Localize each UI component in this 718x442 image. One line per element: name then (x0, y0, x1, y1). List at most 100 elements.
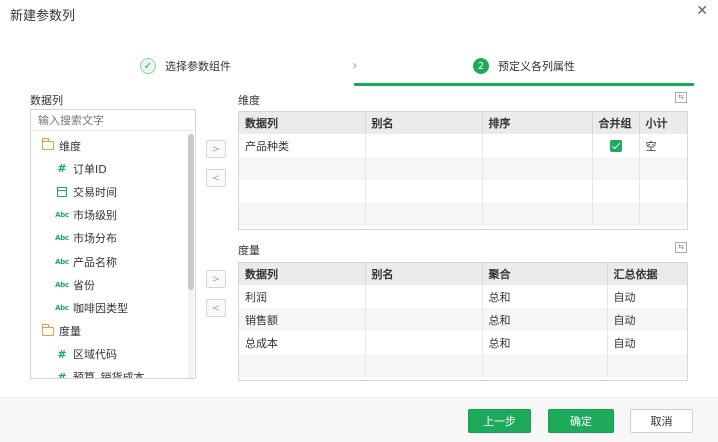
wizard-step-label: 预定义各列属性 (498, 60, 575, 73)
tree-item-label: 区域代码 (73, 348, 117, 362)
dialog-title-bar: 新建参数列 ✕ (0, 0, 718, 26)
switch-icon[interactable]: ⇆ (675, 242, 687, 253)
alias-cell[interactable] (365, 134, 483, 157)
col-header[interactable]: 数据列 (239, 112, 366, 134)
number-icon: # (57, 370, 67, 379)
chevron-right-icon: › (352, 58, 358, 74)
scrollbar-thumb[interactable] (188, 134, 194, 290)
summary-basis-cell[interactable]: 自动 (607, 308, 687, 331)
summary-basis-cell[interactable]: 自动 (607, 331, 687, 354)
number-icon: # (57, 162, 67, 176)
step-done-icon: ✓ (140, 58, 156, 74)
text-icon: Abc (55, 257, 69, 266)
prev-step-button[interactable]: 上一步 (468, 409, 531, 433)
tree-item-label: 维度 (59, 139, 81, 153)
aggregate-cell[interactable]: 总和 (482, 331, 608, 354)
wizard-step-1[interactable]: ✓ 选择参数组件 (140, 58, 231, 74)
subtotal-cell[interactable]: 空 (639, 134, 687, 157)
close-icon[interactable]: ✕ (696, 3, 708, 19)
add-to-dimension-button[interactable]: > (206, 140, 226, 158)
table-row[interactable]: 利润 总和 自动 (239, 285, 687, 308)
tree-item-label: 度量 (59, 325, 81, 339)
tree-folder[interactable]: 维度 (31, 134, 187, 157)
date-icon (55, 186, 69, 197)
table-row[interactable]: 总成本 总和 自动 (239, 331, 687, 354)
tree-field[interactable]: 交易时间 (31, 180, 187, 203)
measure-header-row: 数据列 别名 聚合 汇总依据 (239, 263, 687, 285)
tree-field[interactable]: # 预算_销货成本 (31, 366, 187, 379)
aggregate-cell[interactable]: 总和 (482, 285, 608, 308)
remove-from-measure-button[interactable]: < (206, 299, 226, 317)
step-number: 2 (473, 58, 489, 74)
alias-cell[interactable] (365, 285, 483, 308)
ok-button[interactable]: 确定 (548, 409, 614, 433)
folder-icon (41, 323, 55, 336)
tree-field[interactable]: Abc 市场级别 (31, 204, 187, 227)
alias-cell[interactable] (365, 331, 483, 354)
remove-from-dimension-button[interactable]: < (206, 169, 226, 187)
tree-item-label: 订单ID (73, 162, 107, 176)
active-step-indicator (354, 83, 694, 86)
dimension-table: 数据列 别名 排序 合并组 小计 产品种类 空 (238, 111, 688, 230)
data-columns-label: 数据列 (30, 94, 63, 107)
data-column-cell[interactable]: 利润 (239, 285, 366, 308)
summary-basis-cell[interactable]: 自动 (607, 285, 687, 308)
dimension-label: 维度 (238, 94, 260, 107)
wizard-step-label: 选择参数组件 (165, 60, 231, 73)
tree-item-label: 市场分布 (73, 232, 117, 246)
switch-icon[interactable]: ⇆ (675, 92, 687, 103)
cancel-button[interactable]: 取消 (630, 409, 693, 433)
tree-field[interactable]: Abc 咖啡因类型 (31, 296, 187, 319)
merge-group-cell (592, 134, 640, 157)
text-icon: Abc (55, 211, 69, 220)
col-header[interactable]: 别名 (365, 263, 483, 285)
data-column-cell[interactable]: 销售额 (239, 308, 366, 331)
tree-field[interactable]: # 订单ID (31, 157, 187, 180)
col-header[interactable]: 别名 (365, 112, 483, 134)
sort-cell[interactable] (482, 134, 593, 157)
data-column-cell[interactable]: 总成本 (239, 331, 366, 354)
empty-row (239, 180, 687, 203)
text-icon: Abc (55, 303, 69, 312)
measure-label: 度量 (238, 244, 260, 257)
table-row[interactable]: 销售额 总和 自动 (239, 308, 687, 331)
tree-field[interactable]: # 区域代码 (31, 343, 187, 366)
data-column-cell[interactable]: 产品种类 (239, 134, 366, 157)
col-header[interactable]: 排序 (482, 112, 593, 134)
text-icon: Abc (55, 280, 69, 289)
alias-cell[interactable] (365, 308, 483, 331)
aggregate-cell[interactable]: 总和 (482, 308, 608, 331)
tree-item-label: 咖啡因类型 (73, 301, 128, 315)
empty-row (239, 157, 687, 180)
wizard-step-2[interactable]: 2 预定义各列属性 (473, 58, 575, 74)
empty-row (239, 203, 687, 226)
col-header[interactable]: 聚合 (482, 263, 608, 285)
table-row[interactable]: 产品种类 空 (239, 134, 687, 157)
col-header[interactable]: 汇总依据 (607, 263, 687, 285)
dimension-header-row: 数据列 别名 排序 合并组 小计 (239, 112, 687, 134)
tree-field[interactable]: Abc 省份 (31, 273, 187, 296)
tree-item-label: 预算_销货成本 (73, 371, 145, 379)
tree-field[interactable]: Abc 市场分布 (31, 227, 187, 250)
search-input[interactable] (32, 111, 194, 131)
col-header[interactable]: 合并组 (592, 112, 640, 134)
dialog-title: 新建参数列 (10, 9, 76, 24)
add-to-measure-button[interactable]: > (206, 270, 226, 288)
field-tree: 维度 # 订单ID 交易时间 Abc 市场级别 Abc 市场分布 Abc 产品名称 Abc 省份 Abc… (31, 134, 187, 379)
tree-folder[interactable]: 度量 (31, 320, 187, 343)
wizard-steps: ✓ 选择参数组件 › 2 预定义各列属性 (0, 50, 718, 86)
text-icon: Abc (55, 234, 69, 243)
measure-table: 数据列 别名 聚合 汇总依据 利润 总和 自动 销售额 总和 自动 总成本 总和… (238, 262, 688, 381)
col-header[interactable]: 数据列 (239, 263, 366, 285)
number-icon: # (57, 347, 67, 361)
col-header[interactable]: 小计 (639, 112, 687, 134)
merge-group-checkbox[interactable] (609, 140, 622, 152)
empty-row (239, 354, 687, 377)
tree-item-label: 市场级别 (73, 209, 117, 223)
tree-item-label: 产品名称 (73, 255, 117, 269)
tree-item-label: 交易时间 (73, 185, 117, 199)
folder-icon (41, 138, 55, 151)
tree-item-label: 省份 (73, 278, 95, 292)
tree-field[interactable]: Abc 产品名称 (31, 250, 187, 273)
data-columns-panel: 维度#订单ID交易时间Abc市场级别Abc市场分布Abc产品名称Abc省份Abc… (30, 109, 196, 379)
